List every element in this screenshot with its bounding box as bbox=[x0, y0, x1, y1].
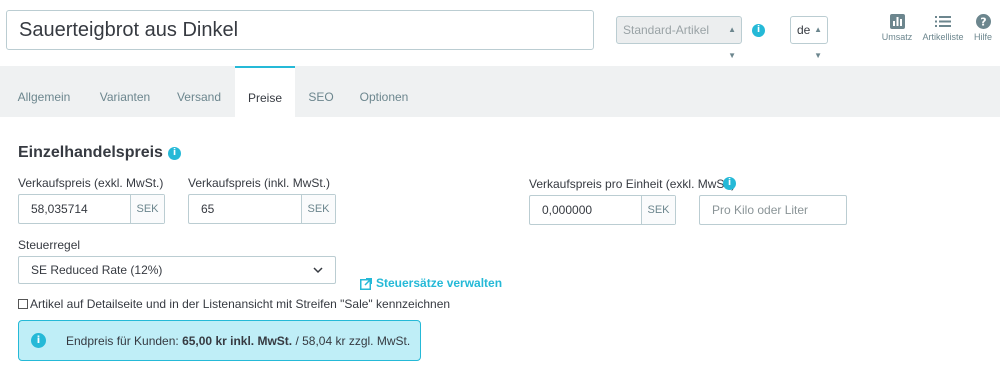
tax-rule-select[interactable]: SE Reduced Rate (12%) bbox=[18, 256, 336, 284]
bar-chart-icon bbox=[889, 14, 905, 29]
sale-checkbox[interactable] bbox=[18, 299, 28, 309]
price-excl-label: Verkaufspreis (exkl. MwSt.) bbox=[18, 176, 164, 190]
tax-rule-value: SE Reduced Rate (12%) bbox=[31, 263, 163, 277]
product-header: Standard-Artikel ▲▼ i de ▲▼ Umsatz Artik… bbox=[0, 0, 1000, 64]
currency-addon: SEK bbox=[641, 196, 675, 224]
unit-placeholder: Pro Kilo oder Liter bbox=[712, 203, 809, 217]
info-icon[interactable]: i bbox=[723, 177, 736, 190]
help-icon: ? bbox=[975, 14, 991, 29]
unit-price-value: 0,000000 bbox=[542, 203, 593, 217]
language-select[interactable]: de ▲ ▼ bbox=[790, 16, 828, 60]
manage-tax-rates-label: Steuersätze verwalten bbox=[376, 276, 503, 290]
product-list-label: Artikelliste bbox=[922, 32, 964, 42]
final-price-incl: 65,00 kr inkl. MwSt. bbox=[182, 334, 293, 348]
sales-button[interactable]: Umsatz bbox=[878, 14, 916, 42]
info-icon: i bbox=[31, 333, 46, 348]
sale-checkbox-label: Artikel auf Detailseite und in der Liste… bbox=[30, 297, 451, 311]
price-excl-input[interactable]: 58,035714 SEK bbox=[18, 194, 165, 224]
tab-seo[interactable]: SEO bbox=[298, 66, 344, 117]
external-link-icon bbox=[360, 278, 372, 290]
price-excl-value: 58,035714 bbox=[31, 202, 88, 216]
tab-optionen[interactable]: Optionen bbox=[348, 66, 420, 117]
manage-tax-rates-link[interactable]: Steuersätze verwalten bbox=[360, 276, 502, 290]
price-incl-value: 65 bbox=[201, 202, 215, 216]
final-price-prefix: Endpreis für Kunden: bbox=[66, 334, 183, 348]
product-list-button[interactable]: Artikelliste bbox=[918, 14, 968, 42]
unit-input[interactable]: Pro Kilo oder Liter bbox=[699, 195, 847, 225]
unit-price-input[interactable]: 0,000000 SEK bbox=[529, 195, 676, 225]
updown-icon: ▲ ▼ bbox=[728, 25, 736, 60]
tab-versand[interactable]: Versand bbox=[164, 66, 234, 117]
svg-text:?: ? bbox=[980, 16, 986, 29]
updown-icon: ▲ ▼ bbox=[814, 25, 822, 60]
help-label: Hilfe bbox=[973, 32, 992, 42]
currency-addon: SEK bbox=[301, 195, 335, 223]
info-icon[interactable]: i bbox=[168, 147, 181, 160]
product-type-value: Standard-Artikel bbox=[623, 23, 710, 37]
sales-label: Umsatz bbox=[881, 32, 913, 42]
tab-bar: Allgemein Varianten Versand Preise SEO O… bbox=[0, 66, 1000, 117]
final-price-text: Endpreis für Kunden: 65,00 kr inkl. MwSt… bbox=[66, 334, 410, 348]
final-price-alert: i Endpreis für Kunden: 65,00 kr inkl. Mw… bbox=[18, 320, 421, 361]
unit-price-label: Verkaufspreis pro Einheit (exkl. MwSt.) bbox=[529, 177, 736, 191]
tab-preise[interactable]: Preise bbox=[235, 66, 295, 117]
tab-allgemein[interactable]: Allgemein bbox=[6, 66, 82, 117]
tax-rule-label: Steuerregel bbox=[18, 238, 81, 252]
price-incl-label: Verkaufspreis (inkl. MwSt.) bbox=[188, 176, 331, 190]
info-icon[interactable]: i bbox=[752, 24, 765, 37]
tab-varianten[interactable]: Varianten bbox=[86, 66, 164, 117]
final-price-excl: / 58,04 kr zzgl. MwSt. bbox=[292, 334, 411, 348]
list-icon bbox=[935, 16, 951, 27]
help-button[interactable]: ? Hilfe bbox=[970, 14, 996, 42]
product-name-input[interactable] bbox=[6, 10, 594, 50]
language-value: de bbox=[797, 23, 811, 37]
price-incl-input[interactable]: 65 SEK bbox=[188, 194, 336, 224]
product-type-select[interactable]: Standard-Artikel ▲ ▼ bbox=[616, 16, 742, 60]
currency-addon: SEK bbox=[130, 195, 164, 223]
chevron-down-icon bbox=[313, 257, 323, 283]
section-title: Einzelhandelspreis bbox=[18, 144, 163, 161]
pricing-panel: Einzelhandelspreis i Verkaufspreis (exkl… bbox=[0, 117, 1000, 371]
sale-checkbox-row[interactable]: Artikel auf Detailseite und in der Liste… bbox=[18, 297, 450, 311]
